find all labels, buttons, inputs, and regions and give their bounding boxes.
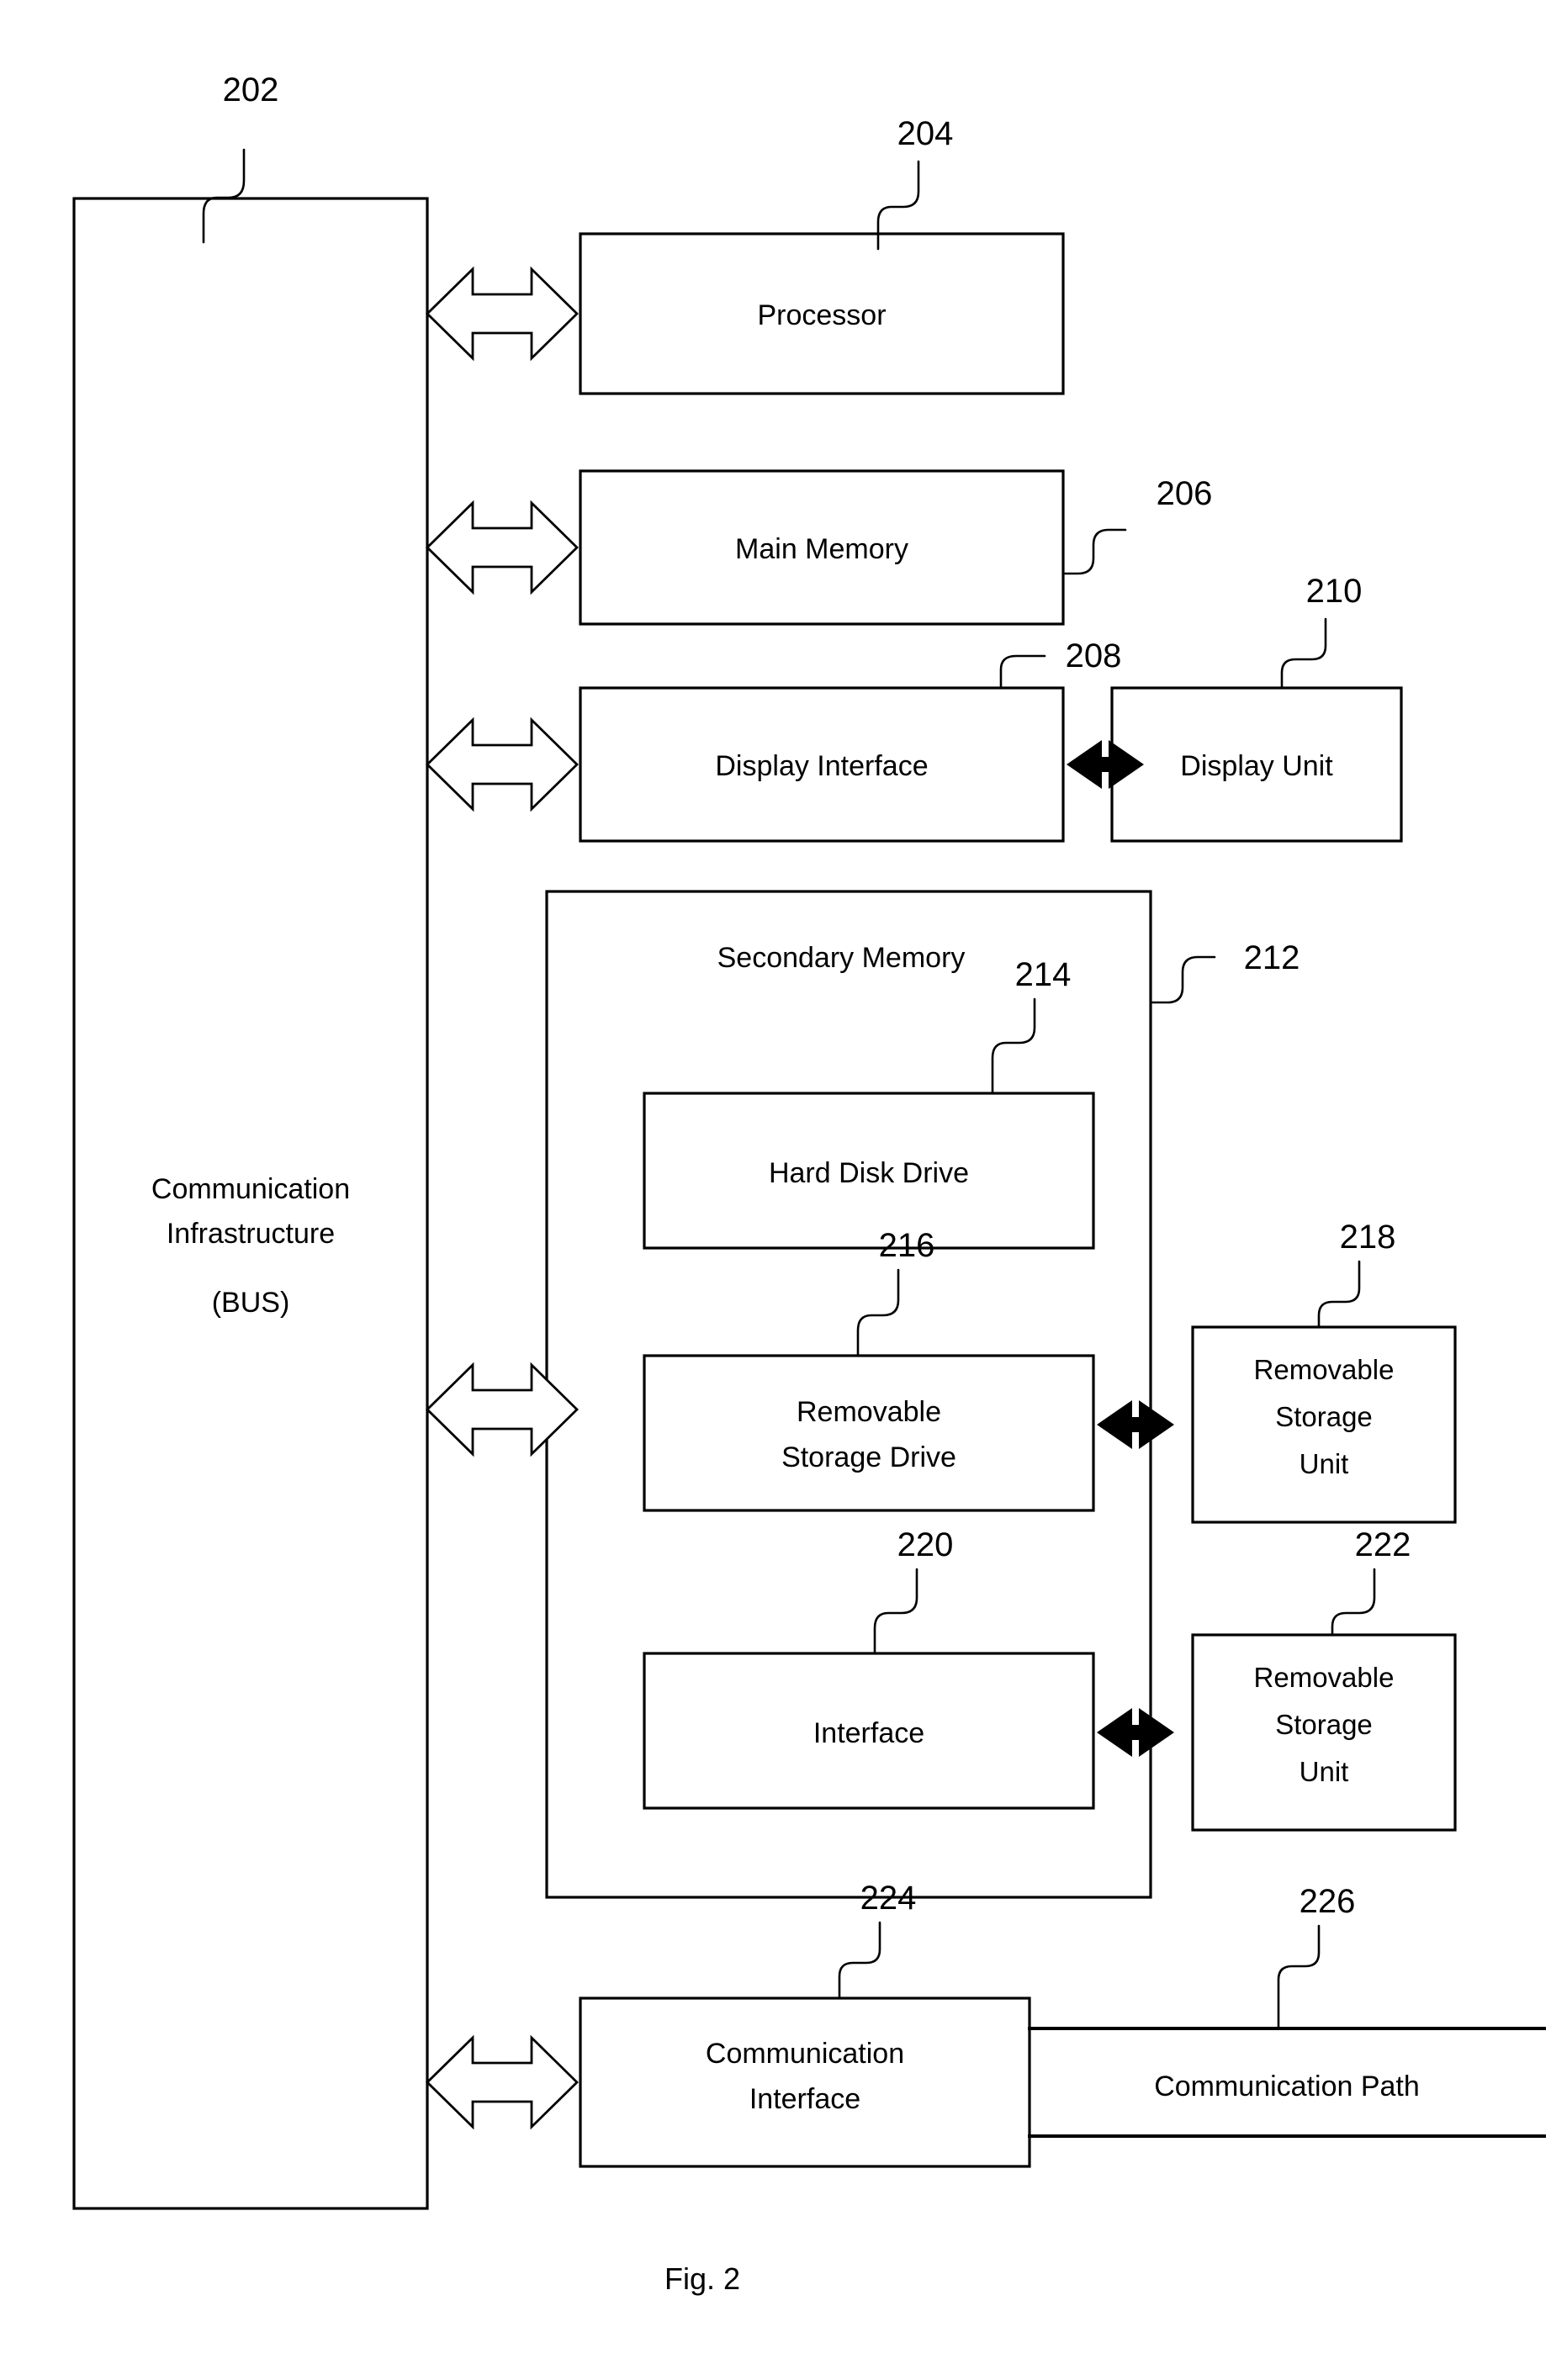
ref-number-220: 220 <box>897 1526 954 1563</box>
removable-storage-drive-label-line2: Storage Drive <box>781 1441 956 1473</box>
ref-number-226: 226 <box>1300 1883 1356 1920</box>
ref-number-204: 204 <box>897 115 954 152</box>
secondary-memory-label: Secondary Memory <box>717 942 966 974</box>
figure-caption: Fig. 2 <box>664 2261 740 2296</box>
removable-storage-drive-block: Removable Storage Drive <box>643 1354 1095 1512</box>
patent-figure-2: Communication Infrastructure (BUS) 202 P… <box>0 0 1551 2380</box>
ref-number-218: 218 <box>1340 1219 1396 1256</box>
main-memory-block: Main Memory <box>579 469 1065 626</box>
ref-226-leader: 226 <box>1277 1883 1356 2028</box>
communication-path: Communication Path <box>1028 2027 1546 2138</box>
display-interface-block: Display Interface <box>579 686 1065 843</box>
removable-storage-unit-1-block: Removable Storage Unit <box>1191 1325 1457 1524</box>
removable-storage-drive-rect <box>643 1354 1095 1512</box>
removable-storage-unit-1-label-line1: Removable <box>1254 1354 1395 1385</box>
arrow-bus-display-interface <box>426 717 579 812</box>
communication-interface-label-line2: Interface <box>749 2083 860 2115</box>
removable-storage-unit-1-label-line3: Unit <box>1300 1448 1349 1479</box>
ref-number-210: 210 <box>1306 573 1363 610</box>
arrow-bus-processor <box>426 266 579 362</box>
bus-label-line3: (BUS) <box>212 1287 290 1319</box>
removable-storage-unit-2-block: Removable Storage Unit <box>1191 1633 1457 1832</box>
removable-storage-unit-2-label-line1: Removable <box>1254 1662 1395 1693</box>
bus-label-line1: Communication <box>151 1173 350 1205</box>
ref-number-206: 206 <box>1157 475 1213 512</box>
ref-number-224: 224 <box>860 1880 917 1917</box>
ref-number-208: 208 <box>1066 637 1122 674</box>
ref-204-leader: 204 <box>876 115 954 251</box>
ref-number-212: 212 <box>1244 939 1300 976</box>
interface-block: Interface <box>643 1652 1095 1810</box>
communication-interface-label-line1: Communication <box>706 2038 904 2070</box>
processor-label: Processor <box>757 299 886 331</box>
ref-208-leader: 208 <box>999 637 1122 688</box>
processor-block: Processor <box>579 232 1065 395</box>
communication-interface-rect <box>579 1997 1031 2168</box>
communication-path-label: Communication Path <box>1154 2071 1420 2102</box>
removable-storage-drive-label-line1: Removable <box>797 1396 941 1428</box>
removable-storage-unit-2-label-line3: Unit <box>1300 1756 1349 1787</box>
ref-210-leader: 210 <box>1280 573 1363 690</box>
arrow-bus-communication-interface <box>426 2034 579 2130</box>
removable-storage-unit-1-label-line2: Storage <box>1275 1401 1373 1432</box>
ref-206-leader: 206 <box>1063 475 1213 575</box>
display-interface-label: Display Interface <box>715 750 928 782</box>
ref-number-222: 222 <box>1355 1526 1411 1563</box>
interface-label: Interface <box>813 1717 924 1749</box>
bus-block: Communication Infrastructure (BUS) <box>72 197 429 2210</box>
hard-disk-drive-label: Hard Disk Drive <box>769 1157 969 1189</box>
bus-label-line2: Infrastructure <box>167 1218 335 1250</box>
ref-number-216: 216 <box>879 1227 935 1264</box>
main-memory-label: Main Memory <box>735 533 908 565</box>
display-unit-label: Display Unit <box>1180 750 1333 782</box>
ref-number-214: 214 <box>1015 956 1072 993</box>
ref-212-leader: 212 <box>1151 939 1300 1004</box>
communication-interface-block: Communication Interface <box>579 1997 1031 2168</box>
ref-222-leader: 222 <box>1331 1526 1411 1635</box>
arrow-bus-main-memory <box>426 500 579 595</box>
ref-218-leader: 218 <box>1317 1219 1396 1327</box>
ref-number-202: 202 <box>223 71 279 108</box>
hard-disk-drive-block: Hard Disk Drive <box>643 1092 1095 1250</box>
removable-storage-unit-2-label-line2: Storage <box>1275 1709 1373 1740</box>
display-unit-block: Display Unit <box>1110 686 1403 843</box>
